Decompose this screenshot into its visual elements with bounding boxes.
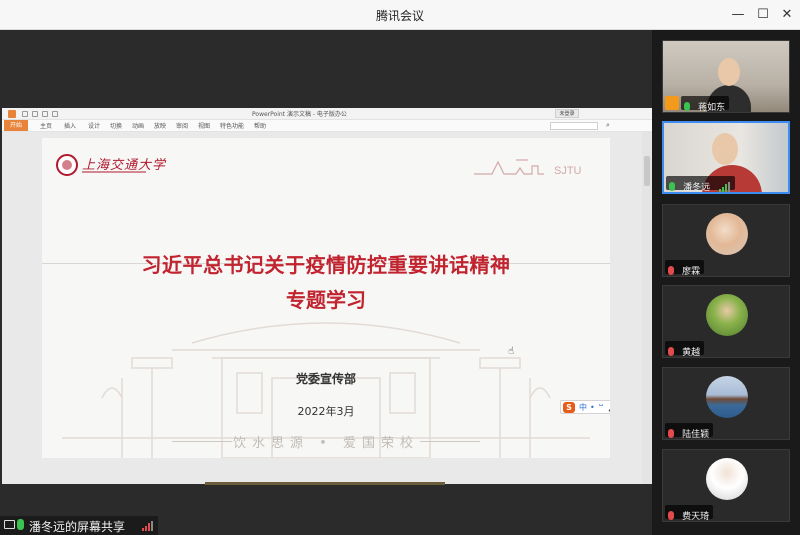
title-bar: 腾讯会议 — ☐ ✕	[0, 0, 800, 30]
close-button[interactable]: ✕	[776, 5, 798, 25]
maximize-button[interactable]: ☐	[752, 5, 774, 25]
login-button[interactable]: 未登录	[555, 109, 579, 118]
shared-screen-area: PowerPoint 演示文稿 - 电子版办公 未登录 开始 主页 插入 设计 …	[0, 30, 652, 535]
ppt-tab[interactable]: 审阅	[176, 121, 188, 130]
print-icon[interactable]	[32, 111, 38, 117]
microphone-muted-icon	[668, 511, 674, 520]
ime-language-toggle[interactable]: 中	[579, 401, 587, 414]
participant-name-bar: 潘冬远	[666, 176, 736, 193]
screen-share-label: 潘冬远的屏幕共享	[29, 520, 126, 534]
participant-tile[interactable]: 潘冬远	[662, 121, 790, 194]
ppt-search-input[interactable]	[550, 122, 598, 130]
ime-voice-icon[interactable]: 🎤	[608, 401, 610, 414]
ppt-ribbon-tabs: 开始 主页 插入 设计 切换 动画 放映 审阅 视图 特色功能 帮助 ⌕	[2, 120, 652, 132]
ppt-tab[interactable]: 主页	[40, 121, 52, 130]
university-seal-icon	[56, 154, 78, 176]
signal-strength-icon	[719, 181, 731, 192]
ime-halfwidth-icon[interactable]: ⵯ	[599, 401, 603, 414]
ppt-tab[interactable]: 帮助	[254, 121, 266, 130]
ime-punctuation-icon[interactable]: •	[590, 401, 595, 414]
participant-tile[interactable]: 费天琦	[662, 449, 790, 522]
sjtu-skyline-logo: SJTU	[474, 159, 582, 177]
ppt-tab[interactable]: 放映	[154, 121, 166, 130]
slide-panel: 上海交通大学 SJTU 习近平总书记关于疫情防控重要讲话精神 专题学习 党委宣传…	[2, 132, 652, 484]
ppt-tab[interactable]: 插入	[64, 121, 76, 130]
sogou-ime-icon[interactable]: S	[563, 402, 575, 413]
participant-avatar	[706, 376, 748, 418]
slide-scrollbar[interactable]	[642, 132, 652, 484]
microphone-muted-icon	[668, 347, 674, 356]
host-badge-icon	[665, 96, 679, 110]
redo-icon[interactable]	[52, 111, 58, 117]
participant-name: 蒋如东	[698, 103, 726, 113]
microphone-muted-icon	[668, 266, 674, 275]
participant-name: 费天琦	[682, 512, 710, 522]
ppt-title-bar: PowerPoint 演示文稿 - 电子版办公 未登录	[2, 108, 652, 120]
participant-avatar	[706, 213, 748, 255]
ppt-tab-file[interactable]: 开始	[4, 120, 28, 131]
participant-name-bar: 黄越	[665, 341, 705, 358]
participant-avatar	[706, 458, 748, 500]
ppt-tab[interactable]: 特色功能	[220, 121, 244, 130]
app-title: 腾讯会议	[375, 9, 424, 23]
ppt-tab[interactable]: 视图	[198, 121, 210, 130]
participant-tile[interactable]: 廖霖	[662, 204, 790, 277]
search-icon[interactable]: ⌕	[606, 121, 610, 130]
ppt-document-title: PowerPoint 演示文稿 - 电子版办公	[252, 111, 347, 118]
participant-name-bar: 陆佳颖	[665, 423, 714, 440]
participant-tile[interactable]: 陆佳颖	[662, 367, 790, 440]
wordmark-underline	[82, 171, 146, 173]
participant-panel: 蒋如东 潘冬远 廖霖 黄越 陆佳颖 费天琦	[652, 30, 800, 535]
participant-tile[interactable]: 黄越	[662, 285, 790, 358]
participant-avatar	[706, 294, 748, 336]
participant-name-bar: 费天琦	[665, 505, 714, 522]
ppt-app-icon	[8, 110, 16, 118]
person-head	[718, 58, 740, 86]
sjtu-mark-text: SJTU	[554, 165, 582, 177]
slide-date: 2022年3月	[297, 405, 355, 418]
minimize-button[interactable]: —	[727, 5, 749, 25]
slide: 上海交通大学 SJTU 习近平总书记关于疫情防控重要讲话精神 专题学习 党委宣传…	[42, 138, 610, 458]
ppt-tab[interactable]: 设计	[88, 121, 100, 130]
participant-tile[interactable]: 蒋如东	[662, 40, 790, 113]
hand-cursor-icon: ☝	[508, 346, 515, 357]
participant-name: 潘冬远	[683, 183, 711, 193]
slide-motto: 饮水思源 • 爱国荣校	[233, 436, 419, 451]
screen-share-icon	[4, 520, 15, 529]
shared-ppt-window: PowerPoint 演示文稿 - 电子版办公 未登录 开始 主页 插入 设计 …	[2, 108, 652, 484]
ppt-tab[interactable]: 动画	[132, 121, 144, 130]
save-icon[interactable]	[22, 111, 28, 117]
microphone-muted-icon	[668, 429, 674, 438]
participant-name: 黄越	[682, 348, 701, 358]
participant-name: 廖霖	[682, 267, 701, 277]
signal-strength-icon	[142, 521, 154, 531]
microphone-icon	[669, 182, 675, 191]
participant-name-bar: 蒋如东	[681, 96, 730, 113]
scrollbar-thumb[interactable]	[644, 156, 650, 186]
microphone-icon	[684, 102, 690, 111]
ime-toolbar[interactable]: S 中 • ⵯ 🎤 ⊞ 👕 ⋮	[560, 400, 610, 414]
participant-name: 陆佳颖	[682, 430, 710, 440]
screen-share-status[interactable]: 潘冬远的屏幕共享	[0, 516, 158, 535]
ppt-tab[interactable]: 切换	[110, 121, 122, 130]
taskbar-strip	[205, 482, 445, 485]
slide-headline-line1: 习近平总书记关于疫情防控重要讲话精神	[141, 253, 511, 277]
microphone-icon	[17, 519, 24, 530]
participant-name-bar: 廖霖	[665, 260, 705, 277]
undo-icon[interactable]	[42, 111, 48, 117]
slide-department: 党委宣传部	[295, 372, 356, 386]
person-head	[712, 133, 738, 165]
meeting-window: 腾讯会议 — ☐ ✕ PowerPoint 演示文稿 - 电子版办公 未登录 开…	[0, 0, 800, 535]
slide-headline-line2: 专题学习	[286, 288, 366, 312]
